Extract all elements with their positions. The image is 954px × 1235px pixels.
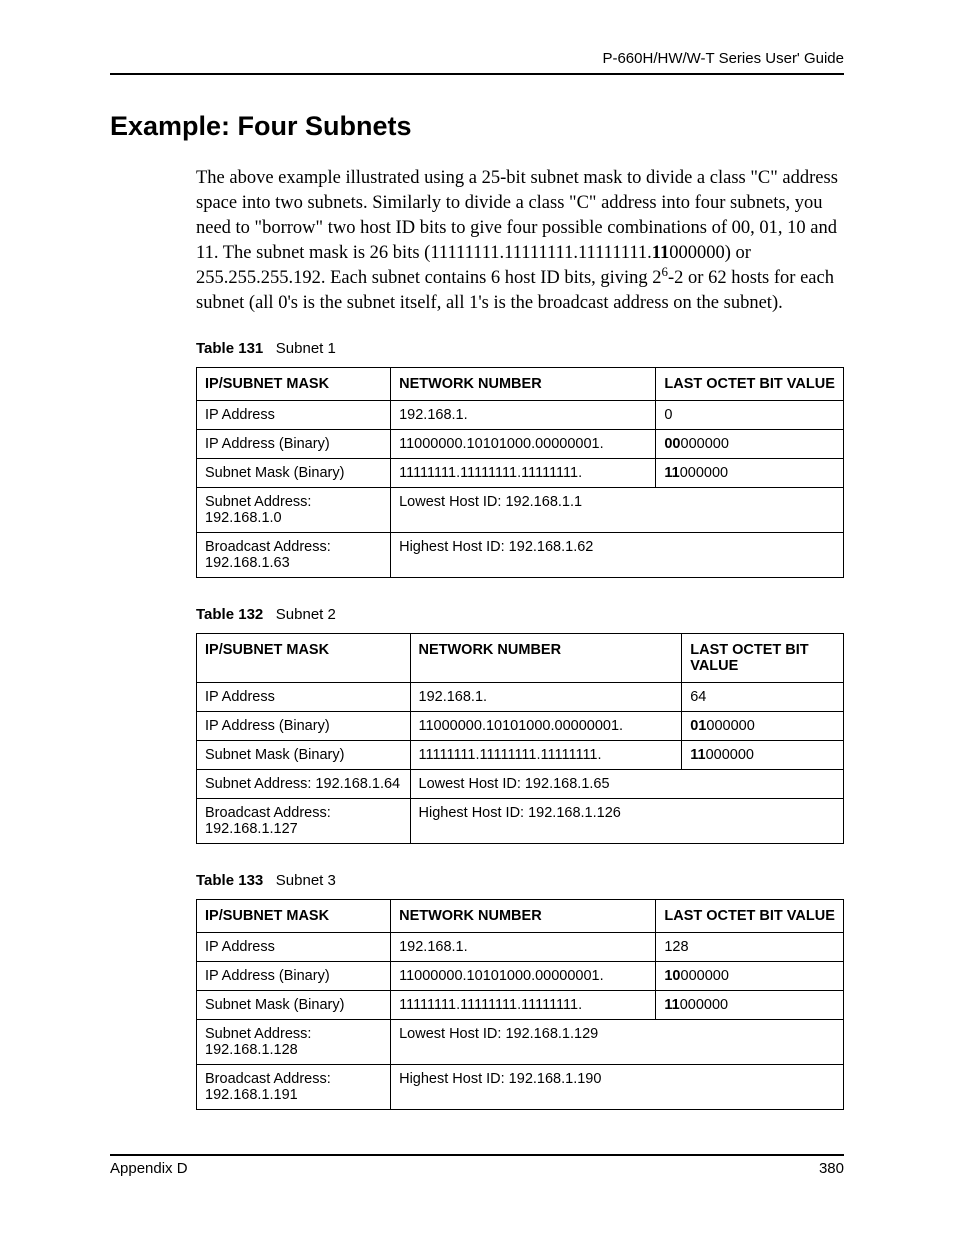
- cell: 11000000.10101000.00000001.: [410, 711, 682, 740]
- table-row: IP Address (Binary) 11000000.10101000.00…: [197, 429, 844, 458]
- cell: 64: [682, 682, 844, 711]
- table-row: Broadcast Address: 192.168.1.127 Highest…: [197, 798, 844, 843]
- cell: 11111111.11111111.11111111.: [391, 990, 656, 1019]
- cell: 01000000: [682, 711, 844, 740]
- header: P-660H/HW/W-T Series User' Guide: [110, 50, 844, 75]
- table-row: Subnet Address: 192.168.1.64 Lowest Host…: [197, 769, 844, 798]
- cell: Subnet Address: 192.168.1.64: [197, 769, 411, 798]
- table-row: Broadcast Address: 192.168.1.63 Highest …: [197, 532, 844, 577]
- cell: Subnet Address: 192.168.1.0: [197, 487, 391, 532]
- table-num: Table 133: [196, 872, 263, 889]
- col-header-last: LAST OCTET BIT VALUE: [656, 367, 844, 400]
- footer-section: Appendix D: [110, 1160, 188, 1177]
- para-mask-bold: 11: [652, 243, 669, 263]
- bold-bits: 00: [664, 436, 680, 452]
- cell: 11000000.10101000.00000001.: [391, 961, 656, 990]
- cell: 0: [656, 400, 844, 429]
- cell: Highest Host ID: 192.168.1.190: [391, 1064, 844, 1109]
- cell: 10000000: [656, 961, 844, 990]
- table-row: IP/SUBNET MASK NETWORK NUMBER LAST OCTET…: [197, 633, 844, 682]
- section-title: Example: Four Subnets: [110, 111, 844, 142]
- col-header-net: NETWORK NUMBER: [391, 899, 656, 932]
- cell: 11000000.10101000.00000001.: [391, 429, 656, 458]
- bold-bits: 01: [690, 718, 706, 734]
- table-row: Broadcast Address: 192.168.1.191 Highest…: [197, 1064, 844, 1109]
- bold-bits: 11: [690, 747, 705, 763]
- rest-bits: 000000: [680, 465, 728, 481]
- cell: Lowest Host ID: 192.168.1.1: [391, 487, 844, 532]
- table-num: Table 132: [196, 606, 263, 623]
- cell: 11000000: [656, 458, 844, 487]
- rest-bits: 000000: [681, 968, 729, 984]
- cell: IP Address (Binary): [197, 429, 391, 458]
- table-title: Subnet 1: [276, 340, 336, 357]
- cell: Subnet Address: 192.168.1.128: [197, 1019, 391, 1064]
- col-header-net: NETWORK NUMBER: [391, 367, 656, 400]
- bold-bits: 10: [664, 968, 680, 984]
- cell: IP Address: [197, 932, 391, 961]
- table-title: Subnet 3: [276, 872, 336, 889]
- cell: IP Address (Binary): [197, 711, 411, 740]
- cell: Highest Host ID: 192.168.1.126: [410, 798, 844, 843]
- col-header-net: NETWORK NUMBER: [410, 633, 682, 682]
- cell: 11111111.11111111.11111111.: [410, 740, 682, 769]
- cell: IP Address: [197, 400, 391, 429]
- col-header-ip: IP/SUBNET MASK: [197, 367, 391, 400]
- table-row: IP Address 192.168.1. 0: [197, 400, 844, 429]
- cell: Broadcast Address: 192.168.1.191: [197, 1064, 391, 1109]
- footer-page-number: 380: [819, 1160, 844, 1177]
- cell: 192.168.1.: [391, 932, 656, 961]
- col-header-ip: IP/SUBNET MASK: [197, 633, 411, 682]
- table-row: Subnet Address: 192.168.1.128 Lowest Hos…: [197, 1019, 844, 1064]
- cell: 11000000: [656, 990, 844, 1019]
- col-header-ip: IP/SUBNET MASK: [197, 899, 391, 932]
- cell: Lowest Host ID: 192.168.1.129: [391, 1019, 844, 1064]
- cell: Subnet Mask (Binary): [197, 458, 391, 487]
- cell: 11000000: [682, 740, 844, 769]
- col-header-last: LAST OCTET BIT VALUE: [682, 633, 844, 682]
- table-caption-133: Table 133 Subnet 3: [196, 872, 844, 889]
- cell: 192.168.1.: [391, 400, 656, 429]
- bold-bits: 11: [664, 465, 679, 481]
- header-guide: P-660H/HW/W-T Series User' Guide: [602, 50, 844, 67]
- table-caption-132: Table 132 Subnet 2: [196, 606, 844, 623]
- rest-bits: 000000: [706, 747, 754, 763]
- cell: Broadcast Address: 192.168.1.127: [197, 798, 411, 843]
- rest-bits: 000000: [681, 436, 729, 452]
- cell: IP Address (Binary): [197, 961, 391, 990]
- cell: 128: [656, 932, 844, 961]
- cell: Subnet Mask (Binary): [197, 740, 411, 769]
- cell: 192.168.1.: [410, 682, 682, 711]
- table-row: Subnet Address: 192.168.1.0 Lowest Host …: [197, 487, 844, 532]
- cell: 11111111.11111111.11111111.: [391, 458, 656, 487]
- table-row: IP Address 192.168.1. 64: [197, 682, 844, 711]
- table-row: IP Address (Binary) 11000000.10101000.00…: [197, 961, 844, 990]
- table-row: IP Address (Binary) 11000000.10101000.00…: [197, 711, 844, 740]
- table-num: Table 131: [196, 340, 263, 357]
- table-row: Subnet Mask (Binary) 11111111.11111111.1…: [197, 740, 844, 769]
- rest-bits: 000000: [706, 718, 754, 734]
- cell: Lowest Host ID: 192.168.1.65: [410, 769, 844, 798]
- table-row: Subnet Mask (Binary) 11111111.11111111.1…: [197, 458, 844, 487]
- table-subnet-1: IP/SUBNET MASK NETWORK NUMBER LAST OCTET…: [196, 367, 844, 578]
- rest-bits: 000000: [680, 997, 728, 1013]
- table-caption-131: Table 131 Subnet 1: [196, 340, 844, 357]
- table-subnet-3: IP/SUBNET MASK NETWORK NUMBER LAST OCTET…: [196, 899, 844, 1110]
- table-row: IP Address 192.168.1. 128: [197, 932, 844, 961]
- page-footer: Appendix D 380: [110, 1154, 844, 1177]
- table-row: IP/SUBNET MASK NETWORK NUMBER LAST OCTET…: [197, 899, 844, 932]
- table-row: Subnet Mask (Binary) 11111111.11111111.1…: [197, 990, 844, 1019]
- table-row: IP/SUBNET MASK NETWORK NUMBER LAST OCTET…: [197, 367, 844, 400]
- table-subnet-2: IP/SUBNET MASK NETWORK NUMBER LAST OCTET…: [196, 633, 844, 844]
- cell: Subnet Mask (Binary): [197, 990, 391, 1019]
- table-title: Subnet 2: [276, 606, 336, 623]
- cell: 00000000: [656, 429, 844, 458]
- cell: Broadcast Address: 192.168.1.63: [197, 532, 391, 577]
- cell: Highest Host ID: 192.168.1.62: [391, 532, 844, 577]
- col-header-last: LAST OCTET BIT VALUE: [656, 899, 844, 932]
- bold-bits: 11: [664, 997, 679, 1013]
- intro-paragraph: The above example illustrated using a 25…: [196, 166, 844, 316]
- cell: IP Address: [197, 682, 411, 711]
